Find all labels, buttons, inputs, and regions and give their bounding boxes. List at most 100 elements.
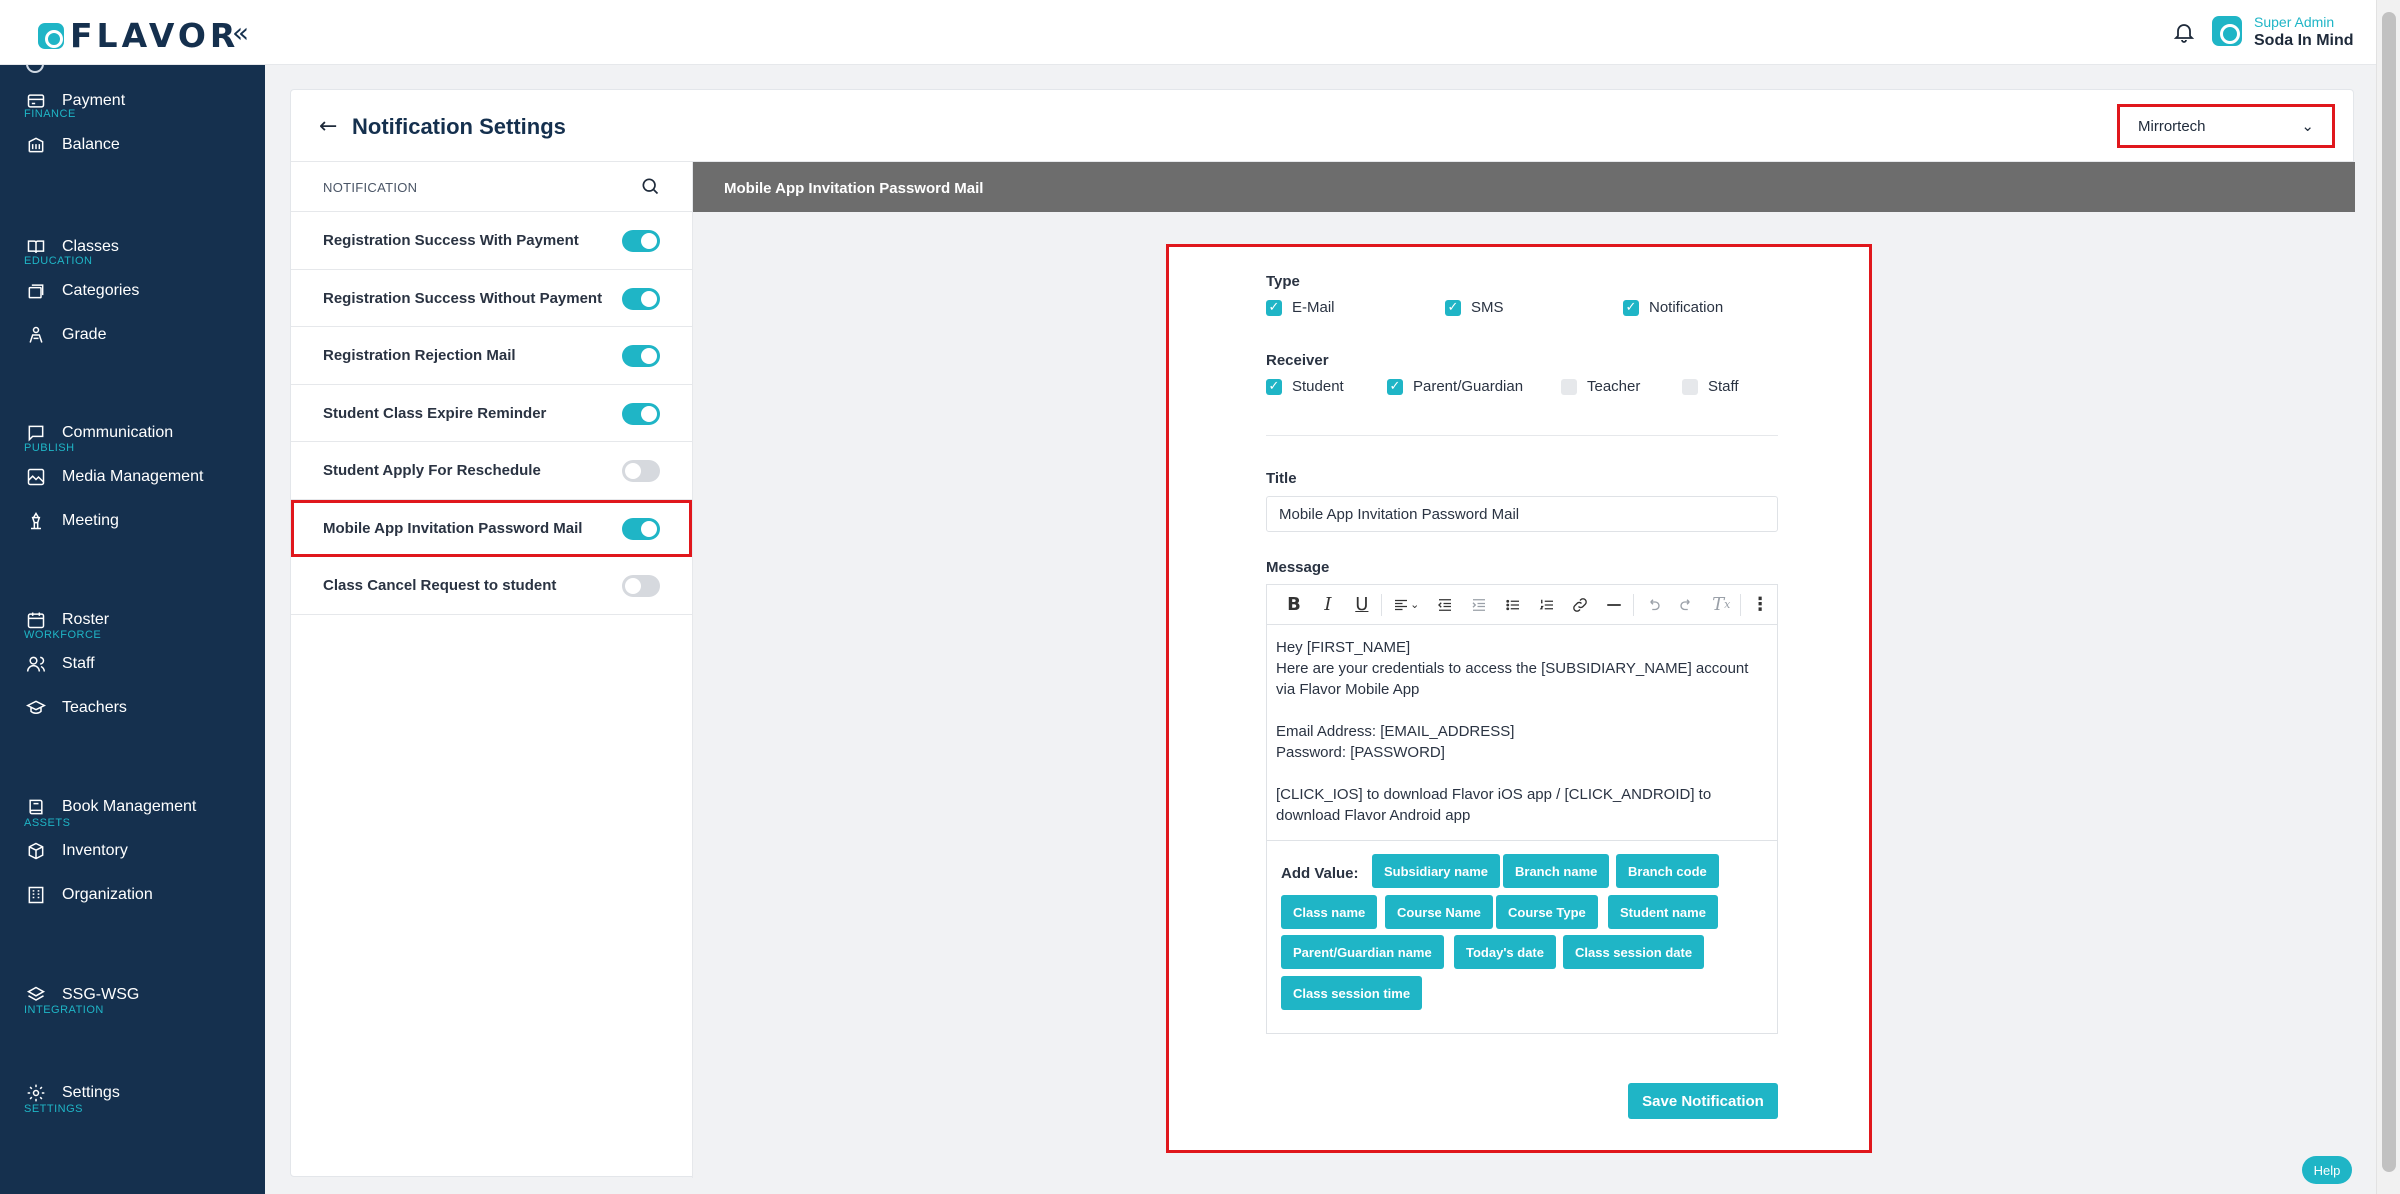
sidebar-item-ssg-wsg[interactable]: SSG-WSG [26,985,139,1005]
checkbox-checked-icon [1445,299,1461,316]
sidebar-item-communication[interactable]: Communication [26,423,173,443]
clear-format-button[interactable]: Tx [1704,590,1738,620]
message-line [1276,763,1768,784]
sidebar-item-organization[interactable]: Organization [26,885,153,905]
sidebar-item-teachers[interactable]: Teachers [26,698,127,718]
add-value-chip-today-s-date[interactable]: Today's date [1454,935,1556,969]
horizontal-rule-button[interactable] [1597,590,1631,620]
sidebar-section-workforce: WORKFORCE [24,629,102,641]
page-scrollbar[interactable] [2376,0,2400,1194]
italic-button[interactable]: I [1311,590,1345,620]
sidebar-item-roster[interactable]: Roster [26,610,109,630]
message-body[interactable]: Hey [FIRST_NAME] Here are your credential… [1267,625,1777,841]
add-value-chip-student-name[interactable]: Student name [1608,895,1718,929]
receiver-checkbox-staff[interactable]: Staff [1682,378,1739,395]
message-line: Hey [FIRST_NAME] [1276,639,1411,656]
notification-row[interactable]: Student Apply For Reschedule [291,442,692,500]
link-button[interactable] [1563,590,1597,620]
notification-toggle[interactable] [622,517,660,540]
bold-button[interactable]: B [1277,590,1311,620]
user-name[interactable]: Soda In Mind [2254,32,2354,50]
notification-toggle[interactable] [622,402,660,425]
add-value-label: Add Value: [1281,865,1359,882]
sidebar-item-label: SSG-WSG [62,986,140,1003]
add-value-chip-branch-code[interactable]: Branch code [1616,854,1719,888]
add-value-chip-course-type[interactable]: Course Type [1496,895,1598,929]
receiver-checkbox-parent-guardian[interactable]: Parent/Guardian [1387,378,1523,395]
undo-icon [1650,598,1660,610]
redo-button[interactable] [1670,590,1704,620]
back-arrow-icon[interactable]: ← [319,114,337,139]
sidebar-item-book-management[interactable]: Book Management [26,797,196,817]
notification-label: Student Apply For Reschedule [323,462,541,479]
bell-icon[interactable] [2172,20,2196,44]
top-bar: FLAVOR « Super Admin Soda In Mind [0,0,2376,65]
sidebar-item-payment[interactable]: Payment [26,91,125,111]
detail-header: Mobile App Invitation Password Mail [693,162,2355,212]
title-input[interactable]: Mobile App Invitation Password Mail [1266,496,1778,532]
type-checkbox-notification[interactable]: Notification [1623,299,1723,316]
add-value-chip-subsidiary-name[interactable]: Subsidiary name [1372,854,1501,888]
notification-row[interactable]: Registration Success With Payment [291,212,692,270]
sidebar-item-meeting[interactable]: Meeting [26,511,119,531]
receiver-checkbox-teacher[interactable]: Teacher [1561,378,1640,395]
notification-label: Registration Rejection Mail [323,347,516,364]
sidebar-item-label: Categories [62,282,140,299]
notification-toggle[interactable] [622,287,660,310]
payment-card-icon [27,94,45,108]
search-icon[interactable] [640,176,660,196]
bullet-list-button[interactable] [1496,590,1530,620]
toolbar-separator [1740,593,1742,616]
user-role: Super Admin [2254,14,2335,30]
notification-row[interactable]: Student Class Expire Reminder [291,385,692,442]
save-notification-button[interactable]: Save Notification [1628,1083,1778,1119]
checkbox-checked-icon [1266,378,1282,395]
subsidiary-select[interactable]: Mirrortech ⌄ [2117,104,2335,148]
partial-menu-icon [26,65,44,73]
collapse-sidebar-icon[interactable]: « [232,16,249,49]
sidebar-item-label: Media Management [62,468,204,485]
brand-logo[interactable]: FLAVOR [38,16,239,55]
sidebar-item-grade[interactable]: Grade [26,325,106,345]
numbered-list-button[interactable] [1530,590,1564,620]
brand-name: FLAVOR [70,16,240,55]
notification-row[interactable]: Registration Success Without Payment [291,270,692,327]
notification-label: Student Class Expire Reminder [323,404,547,422]
sidebar-section-settings: SETTINGS [24,1103,84,1115]
notification-form: Type E-Mail SMS Notification Receiver Stud… [1166,244,1872,1153]
sidebar-item-classes[interactable]: Classes [26,237,119,257]
sidebar-item-media-management[interactable]: Media Management [26,467,203,487]
sidebar-item-balance[interactable]: Balance [26,135,120,155]
notification-toggle[interactable] [622,230,660,252]
help-button[interactable]: Help [2302,1156,2352,1184]
sidebar-item-settings[interactable]: Settings [26,1083,120,1103]
user-avatar[interactable] [2212,16,2242,46]
notification-toggle[interactable] [622,345,660,367]
notification-toggle[interactable] [622,575,660,597]
more-options-icon[interactable]: ⋮ [1743,590,1777,620]
add-value-chip-class-session-date[interactable]: Class session date [1563,935,1705,969]
receiver-checkbox-student[interactable]: Student [1266,378,1344,395]
sidebar-item-staff[interactable]: Staff [26,654,95,674]
add-value-chip-class-name[interactable]: Class name [1281,895,1378,929]
notification-row[interactable]: Registration Rejection Mail [291,327,692,385]
notification-row[interactable]: Class Cancel Request to student [291,557,692,615]
outdent-button[interactable] [1428,590,1462,620]
underline-button[interactable]: U [1345,590,1379,620]
scrollbar-thumb[interactable] [2382,12,2396,1172]
sidebar-item-inventory[interactable]: Inventory [26,841,128,861]
type-checkbox-sms[interactable]: SMS [1445,299,1504,316]
indent-button[interactable] [1462,590,1496,620]
add-value-chip-parent-guardian-name[interactable]: Parent/Guardian name [1281,935,1444,969]
checkbox-unchecked-icon [1561,378,1577,395]
sidebar-item-categories[interactable]: Categories [26,281,139,301]
notification-row[interactable]: Mobile App Invitation Password Mail [291,499,692,557]
notification-toggle[interactable] [622,460,660,482]
undo-button[interactable] [1636,590,1670,620]
add-value-chip-course-name[interactable]: Course Name [1385,895,1493,929]
logo-mark-icon [38,22,64,49]
align-dropdown-button[interactable]: ⌄ [1384,590,1428,620]
add-value-chip-branch-name[interactable]: Branch name [1503,854,1610,888]
add-value-chip-class-session-time[interactable]: Class session time [1281,976,1423,1010]
type-checkbox-e-mail[interactable]: E-Mail [1266,299,1335,316]
